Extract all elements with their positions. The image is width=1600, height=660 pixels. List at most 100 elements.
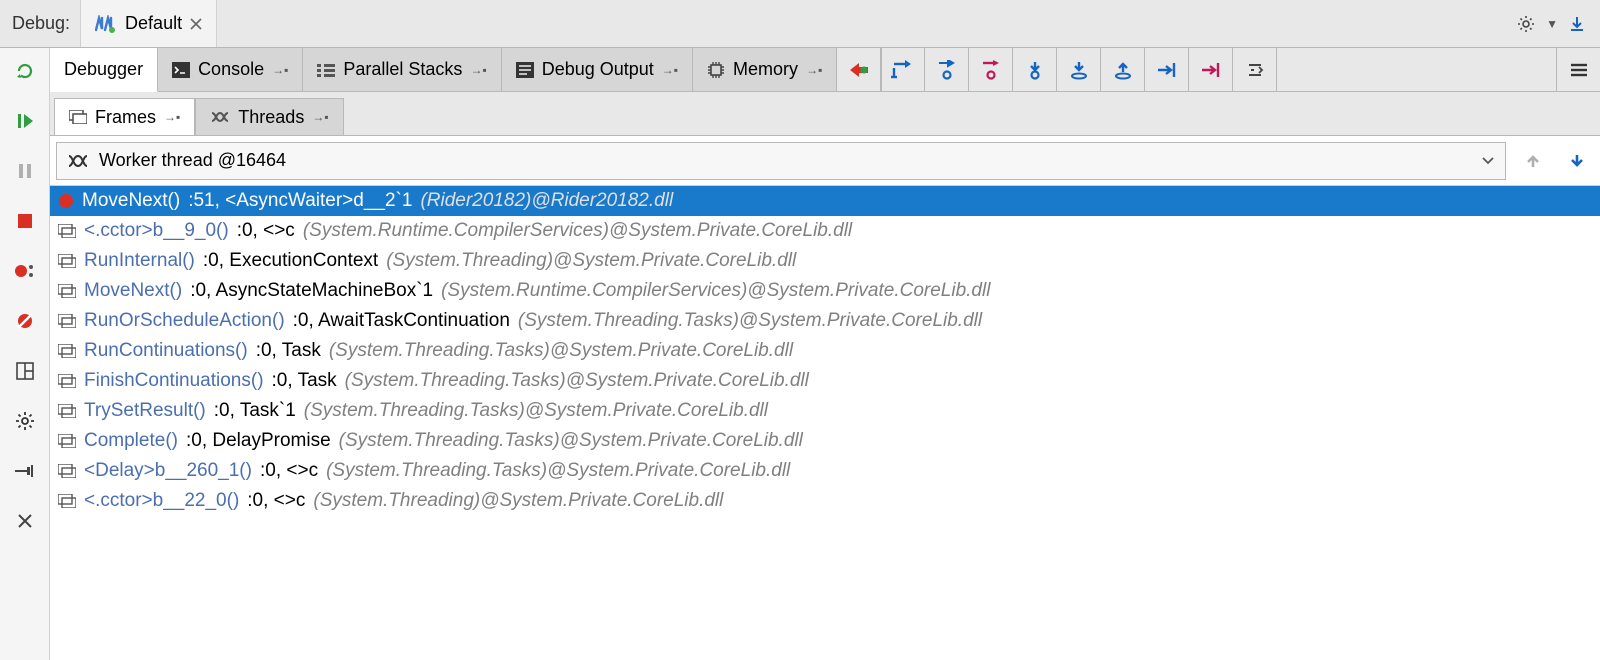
frame-location: (System.Threading.Tasks)@System.Private.… (326, 460, 790, 482)
frame-method: MoveNext() (84, 280, 182, 302)
force-step-into-button[interactable] (969, 48, 1013, 91)
tab-output-label: Debug Output (542, 59, 654, 80)
frame-row[interactable]: FinishContinuations():0, Task (System.Th… (50, 366, 1600, 396)
debug-title-bar: Debug: Default ▼ (0, 0, 1600, 48)
tab-parallel-stacks[interactable]: Parallel Stacks →▪ (303, 48, 501, 91)
frame-row[interactable]: Complete():0, DelayPromise (System.Threa… (50, 426, 1600, 456)
tab-console-label: Console (198, 59, 264, 80)
thread-dropdown[interactable]: Worker thread @16464 (56, 142, 1506, 180)
close-panel-button[interactable] (12, 508, 38, 534)
debug-output-icon (516, 62, 534, 78)
frame-method: <.cctor>b__22_0() (84, 490, 239, 512)
pin-arrow-icon: →▪ (164, 110, 180, 124)
frame-method: TrySetResult() (84, 400, 206, 422)
frame-method: RunInternal() (84, 250, 195, 272)
frame-method: <.cctor>b__9_0() (84, 220, 229, 242)
tab-parallel-label: Parallel Stacks (343, 59, 462, 80)
frames-icon (69, 110, 87, 124)
step-into-2-button[interactable] (1057, 48, 1101, 91)
frame-row[interactable]: <.cctor>b__9_0():0, <>c (System.Runtime.… (50, 216, 1600, 246)
debug-tabs: Debugger Console →▪ Parallel Stacks →▪ D… (50, 48, 1600, 92)
frame-line-and-class: :0, <>c (247, 490, 305, 512)
settings-button[interactable] (12, 408, 38, 434)
force-run-to-cursor-button[interactable] (1189, 48, 1233, 91)
frame-line-and-class: :51, <AsyncWaiter>d__2`1 (188, 190, 412, 212)
next-frame-button[interactable] (1560, 144, 1594, 178)
rerun-button[interactable] (12, 58, 38, 84)
frame-location: (System.Threading)@System.Private.CoreLi… (313, 490, 723, 512)
stack-frame-icon (58, 494, 76, 508)
gear-dropdown-icon[interactable]: ▼ (1546, 17, 1558, 31)
tab-debug-output[interactable]: Debug Output →▪ (502, 48, 693, 91)
layout-button[interactable] (12, 358, 38, 384)
tab-console[interactable]: Console →▪ (158, 48, 303, 91)
show-execution-point-button[interactable] (837, 48, 881, 91)
frame-row[interactable]: <Delay>b__260_1():0, <>c (System.Threadi… (50, 456, 1600, 486)
frame-line-and-class: :0, ExecutionContext (203, 250, 378, 272)
stack-frame-icon (58, 434, 76, 448)
frame-line-and-class: :0, DelayPromise (186, 430, 331, 452)
subtab-threads[interactable]: Threads →▪ (195, 98, 343, 135)
step-out-button[interactable] (1101, 48, 1145, 91)
view-breakpoints-button[interactable] (12, 258, 38, 284)
frame-row[interactable]: RunContinuations() :0, Task (System.Threa… (50, 336, 1600, 366)
frame-location: (System.Threading.Tasks)@System.Private.… (329, 340, 793, 362)
pin-arrow-icon: →▪ (470, 63, 486, 77)
tab-debugger[interactable]: Debugger (50, 48, 158, 92)
more-menu-button[interactable] (1556, 48, 1600, 91)
run-to-cursor-button[interactable] (1145, 48, 1189, 91)
stack-frame-icon (58, 464, 76, 478)
frame-row[interactable]: MoveNext():0, AsyncStateMachineBox`1 (Sy… (50, 276, 1600, 306)
threads-icon (210, 110, 230, 124)
frame-location: (System.Threading.Tasks)@System.Private.… (304, 400, 768, 422)
frame-line-and-class: :0, AwaitTaskContinuation (293, 310, 510, 332)
frame-row[interactable]: TrySetResult() :0, Task`1 (System.Threadi… (50, 396, 1600, 426)
close-icon[interactable] (190, 18, 202, 30)
pin-button[interactable] (12, 458, 38, 484)
frame-line-and-class: :0, Task`1 (214, 400, 296, 422)
subtab-threads-label: Threads (238, 107, 304, 128)
dotnet-icon (95, 15, 117, 33)
thread-icon (67, 153, 89, 169)
stack-frame-icon (58, 254, 76, 268)
frame-location: (Rider20182)@Rider20182.dll (420, 190, 673, 212)
frame-method: MoveNext() (82, 190, 180, 212)
pause-button[interactable] (12, 158, 38, 184)
frame-row[interactable]: MoveNext() :51, <AsyncWaiter>d__2`1 (Ride… (50, 186, 1600, 216)
pin-arrow-icon: →▪ (806, 63, 822, 77)
frame-method: Complete() (84, 430, 178, 452)
console-icon (172, 62, 190, 78)
smart-step-into-button[interactable] (1013, 48, 1057, 91)
subtab-frames-label: Frames (95, 107, 156, 128)
stack-frame-icon (58, 284, 76, 298)
resume-button[interactable] (12, 108, 38, 134)
prev-frame-button[interactable] (1516, 144, 1550, 178)
stack-frame-icon (58, 344, 76, 358)
frame-location: (System.Runtime.CompilerServices)@System… (303, 220, 852, 242)
mute-breakpoints-button[interactable] (12, 308, 38, 334)
stack-frame-icon (58, 224, 76, 238)
step-over-button[interactable] (881, 48, 925, 91)
stop-button[interactable] (12, 208, 38, 234)
frame-row[interactable]: RunOrScheduleAction():0, AwaitTaskContin… (50, 306, 1600, 336)
frame-row[interactable]: <.cctor>b__22_0() :0, <>c (System.Threadi… (50, 486, 1600, 516)
thread-name: Worker thread @16464 (99, 150, 286, 171)
frame-location: (System.Threading.Tasks)@System.Private.… (345, 370, 809, 392)
tab-memory[interactable]: Memory →▪ (693, 48, 837, 91)
frame-line-and-class: :0, <>c (260, 460, 318, 482)
run-config-tab[interactable]: Default (80, 0, 217, 47)
frame-row[interactable]: RunInternal() :0, ExecutionContext (Syste… (50, 246, 1600, 276)
download-icon[interactable] (1568, 15, 1586, 33)
subtab-frames[interactable]: Frames →▪ (54, 98, 195, 135)
frame-method: FinishContinuations() (84, 370, 264, 392)
frame-location: (System.Runtime.CompilerServices)@System… (441, 280, 990, 302)
evaluate-expression-button[interactable] (1233, 48, 1277, 91)
debugger-sub-tabs: Frames →▪ Threads →▪ (50, 92, 1600, 136)
frame-line-and-class: :0, Task (256, 340, 321, 362)
step-into-button[interactable] (925, 48, 969, 91)
frame-method: RunContinuations() (84, 340, 248, 362)
frame-location: (System.Threading)@System.Private.CoreLi… (386, 250, 796, 272)
gear-icon[interactable] (1516, 14, 1536, 34)
chevron-down-icon (1481, 156, 1495, 166)
tab-memory-label: Memory (733, 59, 798, 80)
